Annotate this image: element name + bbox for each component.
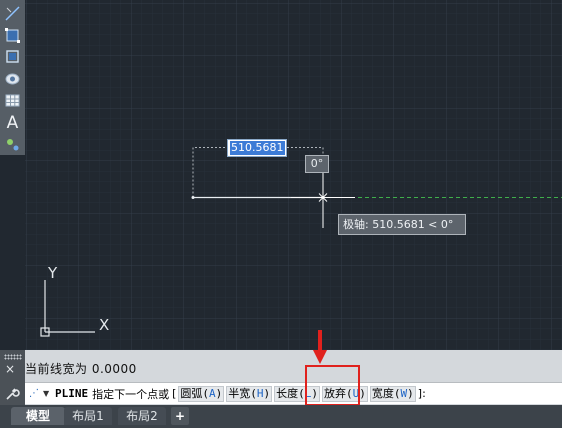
close-icon[interactable]: × [5, 362, 15, 376]
tab-model[interactable]: 模型 [11, 407, 65, 425]
add-layout-button[interactable]: + [171, 407, 189, 425]
command-name: PLINE [55, 387, 89, 400]
polar-tracking-tooltip: 极轴: 510.5681 < 0° [338, 214, 466, 235]
autocad-window: A 510.5681 0° 极轴: 510.5681 < 0° Y X × 当前… [0, 0, 562, 428]
canvas-graphics [25, 0, 562, 350]
tab-layout1[interactable]: 布局1 [64, 407, 112, 425]
chevron-down-icon[interactable]: ▼ [43, 389, 53, 398]
camera-tool-icon[interactable] [3, 69, 22, 88]
draw-toolbar: A [0, 0, 26, 155]
text-tool-icon[interactable]: A [3, 113, 22, 133]
ucs-y-label: Y [48, 264, 58, 282]
wrench-icon[interactable] [5, 387, 20, 401]
drag-handle-icon[interactable] [4, 354, 22, 360]
command-prompt: 指定下一个点或 [92, 387, 170, 401]
dynamic-input-value: 510.5681 [230, 141, 285, 155]
command-window-grip[interactable]: × [0, 350, 25, 405]
highlight-box [305, 365, 360, 406]
point-tool-icon[interactable] [3, 135, 22, 154]
command-history-line: 当前线宽为 0.0000 [25, 362, 137, 376]
drawing-canvas[interactable]: 510.5681 0° 极轴: 510.5681 < 0° Y X [25, 0, 562, 350]
option-halfwidth[interactable]: 半宽(H) [226, 385, 273, 402]
option-arc[interactable]: 圆弧(A) [178, 385, 225, 402]
rectangle-tool-icon[interactable] [3, 26, 22, 45]
option-width[interactable]: 宽度(W) [369, 385, 416, 402]
command-window: × 当前线宽为 0.0000 ⋰ ▼ PLINE 指定下一个点或 [ 圆弧(A)… [0, 350, 562, 405]
dynamic-input-field[interactable]: 510.5681 [227, 139, 287, 157]
tab-layout2[interactable]: 布局2 [118, 407, 166, 425]
layout-tabs: 模型 布局1 布局2 + [0, 405, 562, 428]
command-options: 圆弧(A) 半宽(H) 长度(L) 放弃(U) 宽度(W) [178, 385, 417, 402]
command-line[interactable]: ⋰ ▼ PLINE 指定下一个点或 [ 圆弧(A) 半宽(H) 长度(L) 放弃… [25, 382, 562, 404]
command-line-icon: ⋰ [29, 388, 39, 399]
region-tool-icon[interactable] [3, 47, 22, 66]
line-tool-icon[interactable] [3, 4, 22, 23]
highlight-arrow-icon [313, 330, 327, 364]
bracket-close: ]: [417, 387, 426, 400]
ucs-x-label: X [99, 316, 110, 334]
bracket-open: [ [172, 387, 177, 400]
angle-tooltip: 0° [305, 155, 329, 173]
table-tool-icon[interactable] [3, 91, 22, 110]
